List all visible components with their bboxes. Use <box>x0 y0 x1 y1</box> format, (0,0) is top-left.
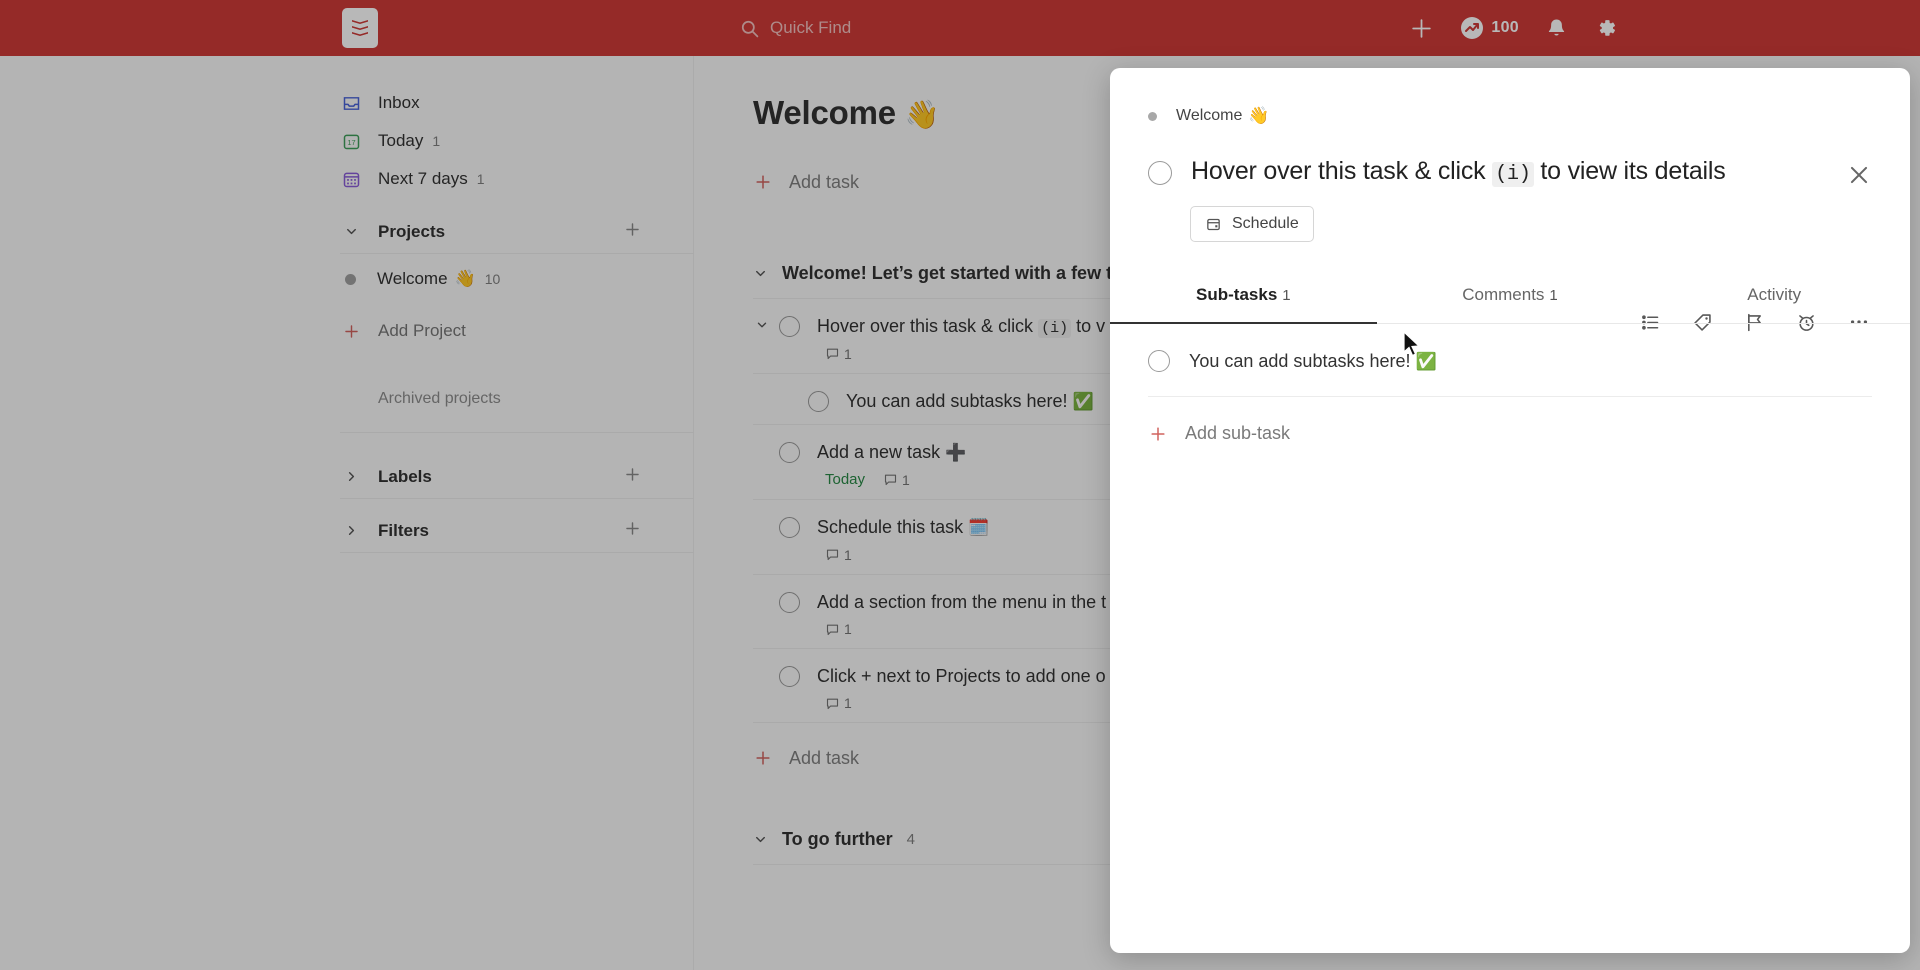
add-sub-task-label: Add sub-task <box>1185 423 1291 444</box>
tab-sub-tasks[interactable]: Sub-tasks 1 <box>1110 285 1377 325</box>
project-color-dot-icon <box>1148 111 1157 121</box>
inline-code: (i) <box>1492 162 1534 187</box>
subtask-emoji: ✅ <box>1415 351 1437 371</box>
schedule-label: Schedule <box>1232 215 1299 233</box>
breadcrumb[interactable]: Welcome 👋 <box>1148 106 1910 126</box>
plus-icon <box>1148 424 1168 444</box>
breadcrumb-project-label: Welcome <box>1176 107 1243 124</box>
modal-task-row: Hover over this task & click (i) to view… <box>1148 156 1910 187</box>
close-icon[interactable] <box>1846 162 1872 188</box>
subtask-title: You can add subtasks here! ✅ <box>1189 350 1437 371</box>
add-sub-task-button[interactable]: Add sub-task <box>1148 397 1872 444</box>
modal-task-title[interactable]: Hover over this task & click (i) to view… <box>1191 156 1726 187</box>
subtask-checkbox[interactable] <box>1148 350 1170 373</box>
sub-tasks-list: You can add subtasks here! ✅ Add sub-tas… <box>1110 324 1910 444</box>
breadcrumb-emoji: 👋 <box>1248 106 1270 125</box>
schedule-button[interactable]: Schedule <box>1190 206 1314 243</box>
modal-tabs: Sub-tasks 1 Comments 1 Activity <box>1110 285 1910 325</box>
todoist-app: Quick Find 100 Inbox 17 Today 1 Next 7 d… <box>0 0 1920 970</box>
modal-task-checkbox[interactable] <box>1148 161 1172 185</box>
schedule-calendar-icon <box>1207 218 1220 230</box>
tab-activity[interactable]: Activity <box>1643 285 1910 323</box>
tab-comments[interactable]: Comments 1 <box>1377 285 1644 323</box>
task-detail-modal: Welcome 👋 Hover over this task & click (… <box>1110 68 1910 953</box>
list-item[interactable]: You can add subtasks here! ✅ <box>1148 324 1872 398</box>
